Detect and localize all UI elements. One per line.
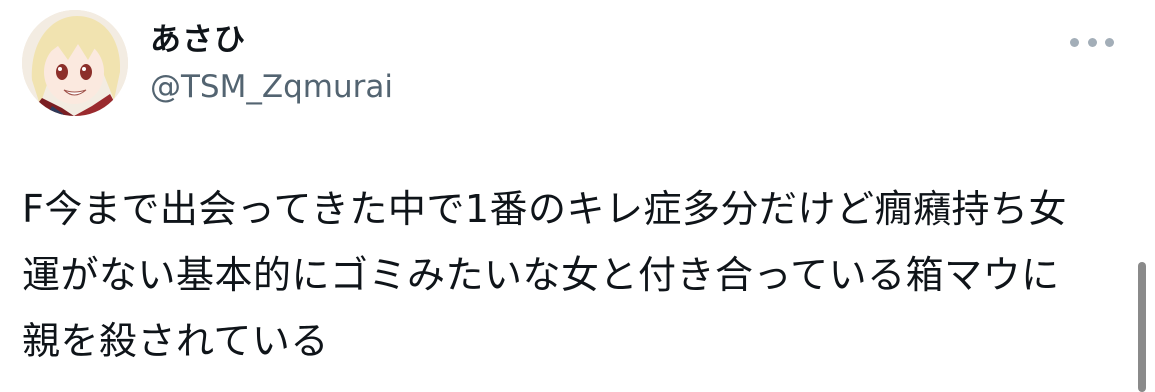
more-horizontal-icon: [1105, 37, 1114, 47]
more-options-button[interactable]: [1066, 28, 1118, 56]
avatar[interactable]: [22, 10, 128, 116]
tweet-line: 親を殺されている: [22, 319, 329, 363]
user-handle[interactable]: @TSM_Zqmurai: [150, 67, 393, 107]
display-name[interactable]: あさひ: [150, 20, 246, 60]
anime-character-avatar-icon: [22, 10, 128, 116]
tweet-line: F今まで出会ってきた中で1番のキレ症多分だけど癇癪持ち女: [22, 187, 1067, 231]
tweet-text: F今まで出会ってきた中で1番のキレ症多分だけど癇癪持ち女 運がない基本的にゴミみ…: [22, 176, 1112, 374]
tweet-line: 運がない基本的にゴミみたいな女と付き合っている箱マウに: [22, 253, 1060, 297]
more-horizontal-icon: [1087, 37, 1097, 47]
scrollbar[interactable]: [1138, 262, 1146, 392]
more-horizontal-icon: [1070, 37, 1079, 47]
